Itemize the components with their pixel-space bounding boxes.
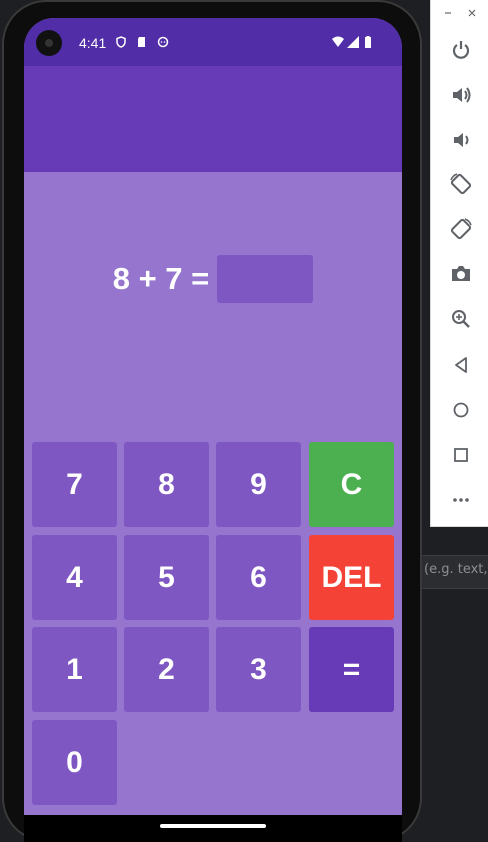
home-icon[interactable] bbox=[445, 394, 477, 426]
key-1[interactable]: 1 bbox=[32, 627, 117, 712]
status-time: 4:41 bbox=[79, 35, 107, 51]
power-icon[interactable] bbox=[445, 34, 477, 66]
wifi-icon bbox=[332, 36, 344, 47]
android-face-icon bbox=[157, 36, 169, 48]
key-9[interactable]: 9 bbox=[216, 442, 301, 527]
cell-signal-icon bbox=[347, 36, 359, 48]
key-3[interactable]: 3 bbox=[216, 627, 301, 712]
camera-icon[interactable] bbox=[445, 258, 477, 290]
home-gesture-handle[interactable] bbox=[160, 824, 266, 828]
equation-row: 8 + 7 = bbox=[24, 254, 402, 304]
minimize-icon[interactable] bbox=[441, 6, 455, 20]
equation-text: 8 + 7 = bbox=[112, 261, 210, 296]
delete-button[interactable]: DEL bbox=[309, 535, 394, 620]
key-8[interactable]: 8 bbox=[124, 442, 209, 527]
answer-field[interactable] bbox=[217, 255, 314, 303]
key-6[interactable]: 6 bbox=[216, 535, 301, 620]
app-screen: 4:41 8 + 7 = 7 8 9 C 4 5 6 DEL 1 2 3 = 0 bbox=[24, 18, 402, 842]
overview-icon[interactable] bbox=[445, 439, 477, 471]
clear-button[interactable]: C bbox=[309, 442, 394, 527]
close-icon[interactable] bbox=[465, 6, 479, 20]
rotate-right-icon[interactable] bbox=[445, 213, 477, 245]
key-0[interactable]: 0 bbox=[32, 720, 117, 805]
front-camera-icon bbox=[36, 30, 62, 56]
key-5[interactable]: 5 bbox=[124, 535, 209, 620]
key-7[interactable]: 7 bbox=[32, 442, 117, 527]
battery-icon bbox=[365, 36, 371, 48]
back-icon[interactable] bbox=[445, 349, 477, 381]
volume-up-icon[interactable] bbox=[445, 79, 477, 111]
key-4[interactable]: 4 bbox=[32, 535, 117, 620]
zoom-icon[interactable] bbox=[445, 303, 477, 335]
status-bar: 4:41 bbox=[24, 18, 402, 66]
ide-hint-text: (e.g. text, bbox=[424, 562, 488, 577]
nav-bar bbox=[24, 815, 402, 842]
equals-button[interactable]: = bbox=[309, 627, 394, 712]
phone-frame: 4:41 8 + 7 = 7 8 9 C 4 5 6 DEL 1 2 3 = 0 bbox=[2, 0, 422, 842]
key-2[interactable]: 2 bbox=[124, 627, 209, 712]
rotate-left-icon[interactable] bbox=[445, 168, 477, 200]
more-icon[interactable] bbox=[445, 484, 477, 516]
emulator-toolbar bbox=[430, 0, 488, 527]
shield-icon bbox=[116, 36, 126, 48]
app-bar bbox=[24, 66, 402, 172]
sd-card-icon bbox=[138, 37, 145, 47]
volume-down-icon[interactable] bbox=[445, 124, 477, 156]
